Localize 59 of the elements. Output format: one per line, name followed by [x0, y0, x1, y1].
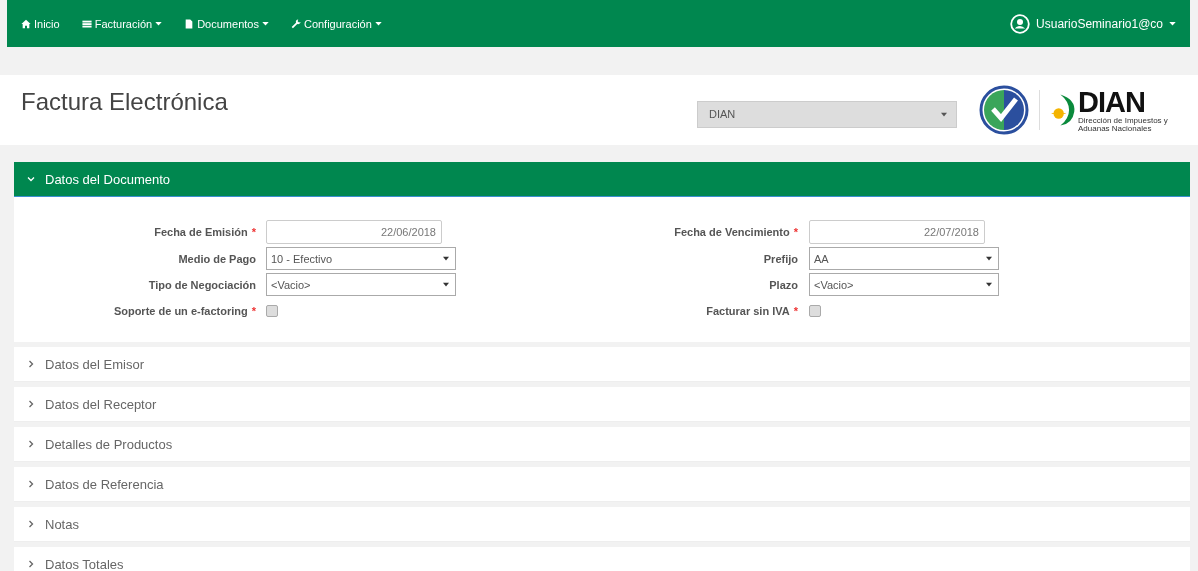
required-mark: * — [251, 304, 256, 317]
chevron-right-icon — [27, 360, 35, 368]
field-label: Fecha de Vencimiento — [674, 226, 790, 238]
chevron-right-icon — [27, 560, 35, 568]
section-header[interactable]: Datos Totales — [14, 547, 1190, 571]
dropdown-arrow-icon — [986, 282, 992, 287]
section-header[interactable]: Datos del Documento — [14, 162, 1190, 197]
nav-menu-item[interactable]: Documentos — [184, 17, 269, 30]
provider-select[interactable]: DIAN — [697, 100, 957, 128]
document-icon — [184, 18, 195, 29]
field-label: Facturar sin IVA — [706, 304, 790, 317]
select-field[interactable]: <Vacio> — [809, 273, 999, 296]
logo-name: DIAN — [1078, 87, 1146, 117]
section-header[interactable]: Datos de Referencia — [14, 467, 1190, 502]
nav-menu-item[interactable]: Inicio — [21, 17, 60, 30]
nav-menu-item[interactable]: Configuración — [290, 17, 382, 30]
caret-icon — [1169, 21, 1176, 26]
field-label: Soporte de un e-factoring — [113, 304, 248, 317]
dropdown-arrow-icon — [443, 282, 449, 287]
field-label: Fecha de Emisión — [154, 226, 248, 238]
dropdown-arrow-icon — [443, 256, 449, 261]
select-field[interactable]: 10 - Efectivo — [266, 247, 456, 270]
required-mark: * — [793, 304, 798, 317]
list-icon — [81, 18, 92, 29]
field-label: Plazo — [769, 278, 798, 291]
sun-leaf-icon — [1050, 92, 1076, 128]
section-header[interactable]: Detalles de Productos — [14, 427, 1190, 462]
field-label: Prefijo — [763, 252, 798, 265]
page-title: Factura Electrónica — [21, 88, 229, 116]
section-header[interactable]: Datos del Emisor — [14, 347, 1190, 382]
wrench-icon — [290, 18, 301, 29]
checkbox[interactable] — [266, 304, 278, 317]
date-field[interactable]: 22/06/2018 — [266, 220, 442, 244]
select-field[interactable]: AA — [809, 247, 999, 270]
caret-icon — [155, 21, 163, 26]
chevron-right-icon — [27, 400, 35, 408]
date-field[interactable]: 22/07/2018 — [809, 220, 985, 244]
required-mark: * — [793, 226, 798, 238]
caret-icon — [374, 21, 382, 26]
dropdown-arrow-icon — [986, 256, 992, 261]
field-label: Medio de Pago — [178, 252, 256, 265]
caret-icon — [261, 21, 269, 26]
section-header[interactable]: Datos del Receptor — [14, 387, 1190, 422]
section-header[interactable]: Notas — [14, 507, 1190, 542]
chevron-right-icon — [27, 520, 35, 528]
select-field[interactable]: <Vacio> — [266, 273, 456, 296]
home-icon — [21, 18, 31, 29]
checkbox[interactable] — [809, 304, 821, 317]
user-menu[interactable]: UsuarioSeminario1@co — [1010, 13, 1176, 34]
logo-tagline: Dirección de Impuestos y Aduanas Nacionales — [1078, 116, 1169, 133]
user-icon — [1010, 13, 1031, 34]
dropdown-arrow-icon — [941, 111, 947, 117]
chevron-down-icon — [27, 175, 35, 183]
nav-menu-item[interactable]: Facturación — [81, 17, 163, 30]
required-mark: * — [251, 226, 256, 238]
seal-icon — [979, 85, 1029, 135]
field-label: Tipo de Negociación — [148, 278, 256, 291]
chevron-right-icon — [27, 480, 35, 488]
chevron-right-icon — [27, 440, 35, 448]
